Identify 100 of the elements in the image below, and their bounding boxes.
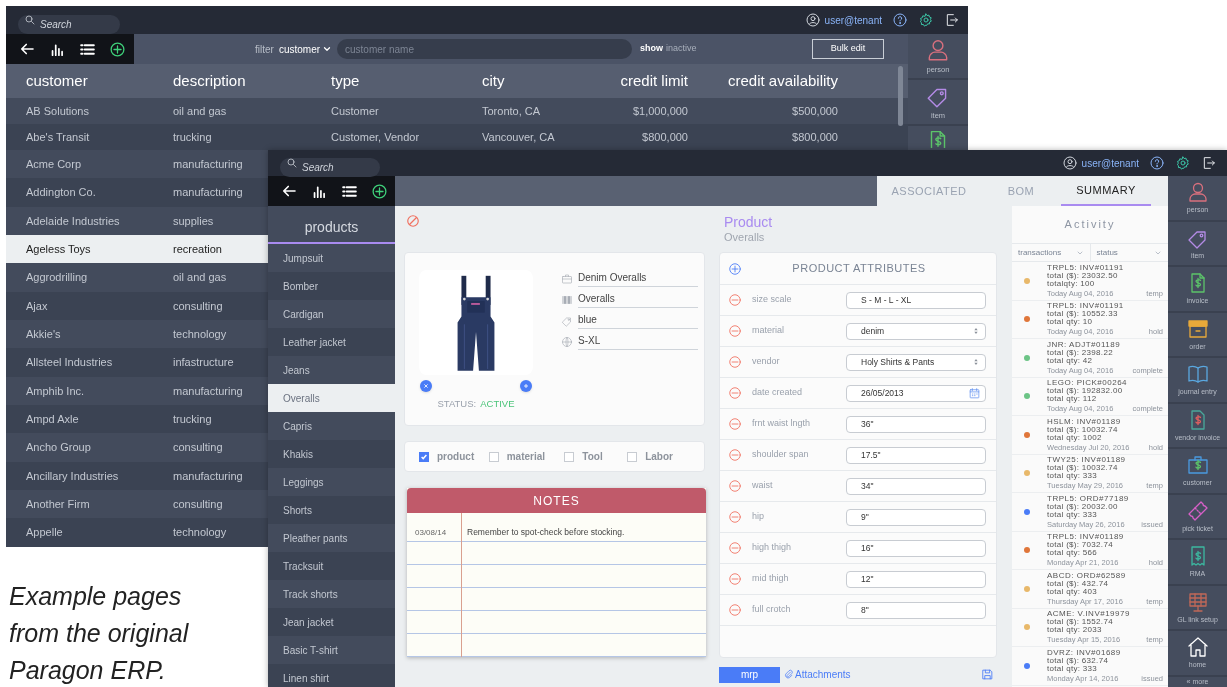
logout-icon[interactable] [1201,155,1217,171]
input-field[interactable]: 9" [846,508,986,526]
remove-icon[interactable] [728,510,742,524]
add-image-button[interactable] [520,379,532,392]
remove-icon[interactable] [728,448,742,462]
checkbox[interactable] [564,451,575,462]
remove-icon[interactable] [728,603,742,617]
filter-dropdown[interactable]: customer [278,41,333,57]
attribute-label: vendor [752,355,781,369]
transaction-ref[interactable]: TRPL5: ORD#77189 [1047,494,1163,503]
table-cell-text: trucking [173,129,213,145]
transaction-total: total ($): 1552.74 [1047,618,1114,627]
list-item[interactable]: Cardigan [268,300,395,328]
input-field[interactable]: 34" [846,477,986,495]
input-field[interactable]: 17.5" [846,446,986,464]
caption: Example pages from the original Paragon ERP. [9,581,190,686]
help-icon[interactable] [1149,155,1165,171]
attribute-label: mid thigh [752,572,790,586]
remove-icon[interactable] [728,324,742,338]
list-item[interactable]: Track shorts [268,580,395,608]
remove-icon[interactable] [728,293,742,307]
transaction-qty: total qty: 42 [1047,356,1094,365]
input-field[interactable]: 12" [846,570,986,588]
transaction-qty: total qty: 1002 [1047,433,1103,442]
help-icon[interactable] [892,12,908,28]
table-cell-text: Addington Co. [26,185,97,201]
input-field[interactable]: 36" [846,415,986,433]
transaction-ref[interactable]: TRPL5: INV#01191 [1047,263,1163,272]
transaction-ref[interactable]: ABCD: ORD#62589 [1047,571,1163,580]
list-item[interactable]: Leggings [268,468,395,496]
transaction-ref[interactable]: JNR: ADJT#01189 [1047,340,1163,349]
remove-icon[interactable] [728,479,742,493]
checkbox[interactable] [627,451,638,462]
filter-field[interactable]: customer name [337,39,633,59]
save-icon[interactable] [981,668,994,681]
remove-icon[interactable] [728,572,742,586]
remove-image-button[interactable] [420,379,432,392]
input-field[interactable]: 8" [846,601,986,619]
search-field[interactable]: Search [280,157,380,177]
table-cell-text: Toronto, CA [482,103,542,119]
list-item[interactable]: Jumpsuit [268,244,395,272]
mrp-button[interactable]: mrp [719,666,780,683]
table-cell-text: Ancillary Industries [26,468,120,484]
add-icon [522,381,530,390]
product-field[interactable]: S-XL [578,333,698,350]
transaction-ref[interactable]: TWY25: INV#01189 [1047,456,1163,465]
remove-icon[interactable] [728,386,742,400]
transaction-ref[interactable]: TRPL5: INV#01189 [1047,533,1163,542]
attribute-label: hip [752,510,765,524]
transaction-ref[interactable]: TRPL5: INV#01191 [1047,302,1163,311]
column-header: type [331,70,361,91]
table-cell-text: technology [173,525,228,541]
input-field[interactable]: S - M - L - XL [846,291,986,309]
settings-icon[interactable] [918,12,934,28]
user-icon[interactable] [1061,155,1078,171]
user-link[interactable]: user@tenant [824,12,882,28]
filter-dropdown[interactable]: status [1090,244,1168,261]
list-item[interactable]: Capris [268,412,395,440]
product-field[interactable]: blue [578,312,698,329]
remove-icon[interactable] [728,417,742,431]
attribute-label: full crotch [752,603,792,617]
add-icon[interactable] [371,182,388,200]
product-field[interactable]: Denim Overalls [578,270,698,287]
chevron-icon [322,44,333,54]
transaction-qty: total qty: 333 [1047,472,1098,481]
transaction-ref[interactable]: DVRZ: INV#01689 [1047,648,1163,657]
list-item[interactable]: Overalls [268,384,395,412]
ban-icon[interactable] [406,214,420,228]
scrollbar[interactable] [898,66,903,126]
date-field[interactable]: 26/05/2013 [846,384,986,402]
filter-dropdown[interactable]: transactions [1012,244,1091,261]
logout-icon[interactable] [944,12,960,28]
checkbox[interactable] [488,451,499,462]
checkbox-label: Tool [582,450,603,464]
remove-icon[interactable] [728,541,742,555]
bulk-edit-button[interactable]: Bulk edit [812,39,884,59]
settings-icon[interactable] [1175,155,1191,171]
user-link[interactable]: user@tenant [1081,155,1139,171]
select-field[interactable]: denim [846,322,986,340]
attachments-link[interactable]: Attachments [795,667,851,682]
list-item[interactable]: Pleather pants [268,524,395,552]
status-value: ACTIVE [480,396,515,411]
list-item[interactable]: Jeans [268,356,395,384]
calendar-icon[interactable] [968,386,981,400]
user-icon[interactable] [804,12,821,28]
add-icon[interactable] [109,40,126,58]
input-field[interactable]: 16" [846,539,986,557]
transaction-ref[interactable]: ACME: V.INV#19979 [1047,610,1163,619]
transaction-ref[interactable]: LEGO: PICK#00264 [1047,379,1163,388]
search-field[interactable]: Search [18,14,120,34]
table-cell-text: Acme Corp [26,156,83,172]
select-field[interactable]: Holy Shirts & Pants [846,353,986,371]
checkbox[interactable] [419,451,429,462]
list-item[interactable]: Basic T-shirt [268,636,395,664]
barcode-icon [561,294,573,306]
remove-icon[interactable] [728,355,742,369]
transaction-ref[interactable]: HSLM: INV#01189 [1047,417,1163,426]
product-field[interactable]: Overalls [578,291,698,308]
transaction-total: total ($): 10552.33 [1047,310,1119,319]
table-cell-text: oil and gas [173,270,228,286]
